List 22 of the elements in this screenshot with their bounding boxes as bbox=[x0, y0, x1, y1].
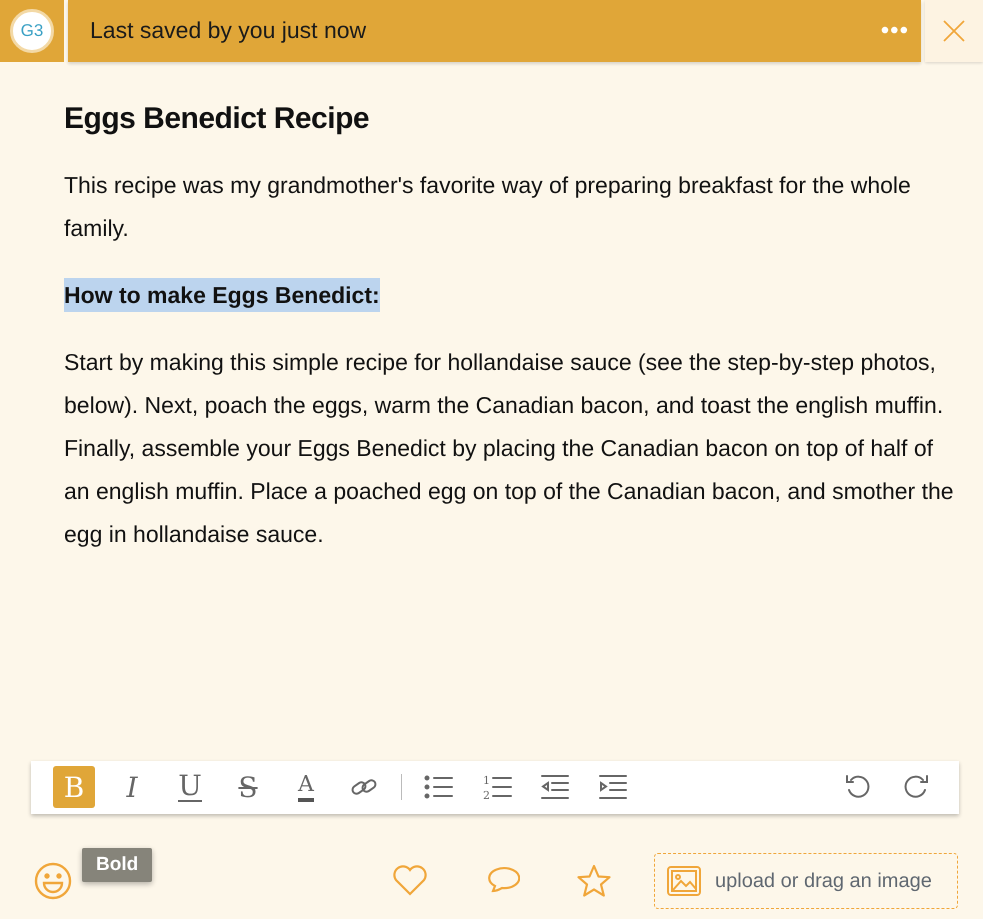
upload-placeholder: upload or drag an image bbox=[715, 870, 932, 893]
document-title: Eggs Benedict Recipe bbox=[64, 102, 370, 136]
underline-button[interactable]: U bbox=[169, 766, 211, 808]
image-icon bbox=[667, 866, 701, 896]
subheading: How to make Eggs Benedict: bbox=[64, 278, 380, 312]
smiley-icon bbox=[33, 861, 73, 902]
paragraph: This recipe was my grandmother's favorite way of preparing breakfast for the whole family. bbox=[64, 170, 912, 243]
strikethrough-button[interactable]: S bbox=[227, 766, 269, 808]
star-icon bbox=[576, 864, 612, 898]
image-upload-area[interactable]: upload or drag an image bbox=[654, 853, 958, 910]
text-color-button[interactable]: A bbox=[285, 766, 327, 808]
bullet-list-icon bbox=[424, 774, 454, 800]
indent-icon bbox=[598, 774, 628, 800]
tooltip: Bold bbox=[82, 848, 152, 882]
close-icon bbox=[943, 20, 965, 42]
paragraph: Start by making this simple recipe for hollandaise sauce (see the step-by-step photos, below). Next, poach the eggs, warm the Canadian bacon, and toast the english muffin. Finally, assemble your Eggs Benedict by placing the Canadian bacon on top of half of an english muffin. Place a poached egg on top of the Canadian bacon, and smother the egg in hollandaise sauce. bbox=[64, 348, 955, 549]
save-status: Last saved by you just now bbox=[90, 17, 368, 44]
italic-button[interactable]: I bbox=[111, 766, 153, 808]
numbered-list-button[interactable]: 1 2 bbox=[476, 766, 518, 808]
outdent-icon bbox=[540, 774, 570, 800]
user-avatar[interactable]: G3 bbox=[10, 8, 54, 53]
heart-icon bbox=[392, 864, 428, 896]
